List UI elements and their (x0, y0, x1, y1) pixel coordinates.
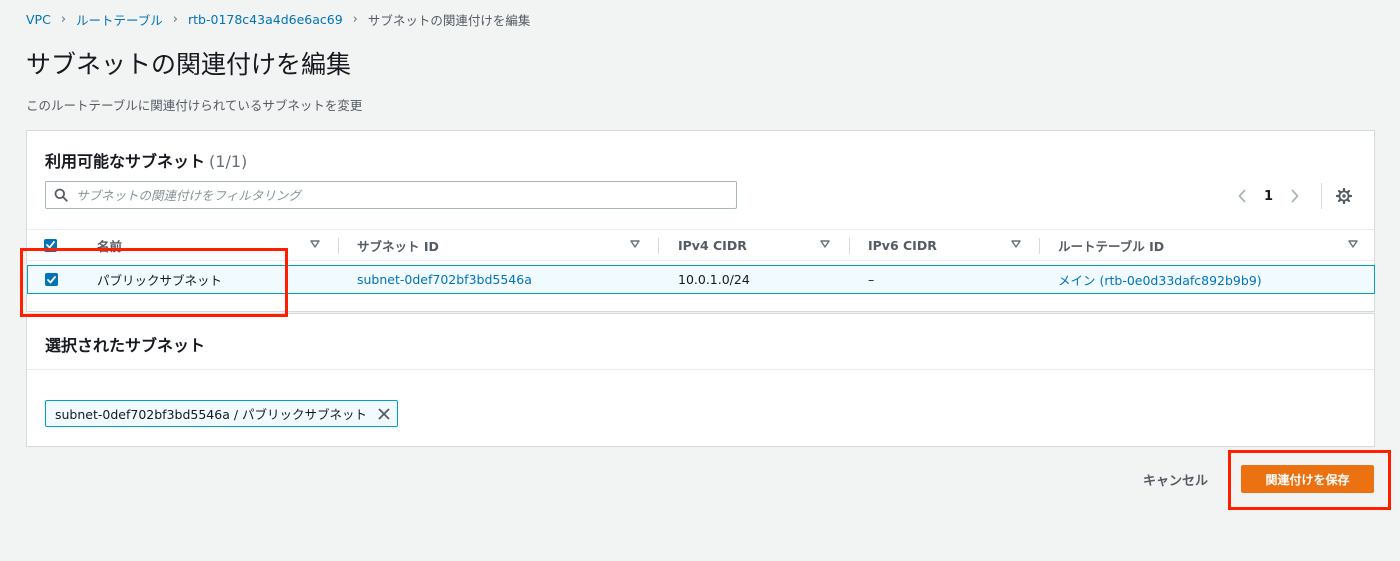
cell-ipv6-cidr: – (868, 272, 875, 287)
cell-subnet-id-link[interactable]: subnet-0def702bf3bd5546a (357, 266, 532, 293)
cell-name: パブリックサブネット (97, 273, 223, 288)
remove-token-button[interactable] (371, 401, 397, 426)
sort-caret-icon[interactable] (630, 240, 640, 248)
row-checkbox[interactable] (45, 266, 58, 293)
column-divider (658, 238, 659, 254)
table-row[interactable]: パブリックサブネット subnet-0def702bf3bd5546a 10.0… (27, 265, 1375, 294)
gear-icon (1336, 188, 1352, 204)
sort-caret-icon[interactable] (820, 240, 830, 248)
selected-subnet-token-label: subnet-0def702bf3bd5546a / パブリックサブネット (55, 407, 368, 422)
page-description: このルートテーブルに関連付けられているサブネットを変更 (26, 98, 363, 113)
cancel-button[interactable]: キャンセル (1135, 469, 1216, 489)
save-associations-button[interactable]: 関連付けを保存 (1241, 465, 1374, 493)
breadcrumb-link-vpc[interactable]: VPC (26, 12, 51, 27)
selected-subnets-title: 選択されたサブネット (45, 336, 206, 355)
chevron-right-icon (1291, 189, 1299, 203)
column-divider (849, 238, 850, 254)
cell-ipv4-cidr: 10.0.1.0/24 (678, 272, 750, 287)
breadcrumb-link-route-tables[interactable]: ルートテーブル (76, 10, 163, 29)
close-icon (378, 408, 390, 419)
sort-caret-icon[interactable] (1348, 240, 1358, 248)
pagination: 1 (1230, 183, 1356, 209)
page-title: サブネットの関連付けを編集 (26, 50, 352, 79)
checkbox-checked-icon (44, 238, 57, 252)
settings-button[interactable] (1332, 184, 1356, 208)
column-header-subnet-id[interactable]: サブネット ID (357, 230, 439, 260)
breadcrumb: VPC › ルートテーブル › rtb-0178c43a4d6e6ac69 › … (26, 10, 531, 29)
table-header-row: 名前 サブネット ID IPv4 CIDR IPv6 CIDR ルートテーブル … (27, 229, 1374, 261)
next-page-button[interactable] (1283, 184, 1307, 208)
pager-divider (1321, 183, 1322, 209)
chevron-right-icon: › (352, 11, 358, 27)
search-icon (46, 188, 76, 202)
available-subnets-count: (1/1) (209, 152, 248, 171)
column-divider (338, 238, 339, 254)
subnets-table: 名前 サブネット ID IPv4 CIDR IPv6 CIDR ルートテーブル … (27, 229, 1375, 294)
checkbox-checked-icon (45, 273, 58, 286)
previous-page-button[interactable] (1230, 184, 1254, 208)
sort-caret-icon[interactable] (310, 240, 320, 248)
breadcrumb-link-route-table-id[interactable]: rtb-0178c43a4d6e6ac69 (188, 12, 343, 27)
column-header-ipv4-cidr[interactable]: IPv4 CIDR (678, 230, 747, 260)
filter-search-input[interactable] (76, 187, 736, 203)
chevron-right-icon: › (172, 11, 178, 27)
available-subnets-title: 利用可能なサブネット (1/1) (45, 148, 247, 172)
selected-subnets-panel: 選択されたサブネット subnet-0def702bf3bd5546a / パブ… (26, 313, 1375, 447)
column-header-route-table-id[interactable]: ルートテーブル ID (1058, 230, 1164, 260)
chevron-left-icon (1238, 189, 1246, 203)
available-subnets-panel: 利用可能なサブネット(1/1) 1 (26, 130, 1375, 312)
cell-route-table-link[interactable]: メイン (rtb-0e0d33dafc892b9b9) (1058, 266, 1262, 293)
chevron-right-icon: › (60, 11, 67, 27)
breadcrumb-current: サブネットの関連付けを編集 (367, 12, 531, 28)
column-header-name[interactable]: 名前 (97, 230, 122, 260)
available-subnets-header: 利用可能なサブネット (1/1) (27, 131, 1374, 183)
available-subnets-title-text: 利用可能なサブネット (45, 152, 206, 171)
selected-subnet-token: subnet-0def702bf3bd5546a / パブリックサブネット (45, 400, 399, 427)
select-all-checkbox[interactable] (44, 230, 57, 260)
selected-subnets-header: 選択されたサブネット (27, 314, 1374, 370)
sort-caret-icon[interactable] (1011, 240, 1021, 248)
filter-search-box[interactable] (45, 181, 737, 209)
column-header-ipv6-cidr[interactable]: IPv6 CIDR (868, 230, 937, 260)
column-divider (1039, 238, 1040, 254)
current-page-number[interactable]: 1 (1264, 189, 1273, 204)
